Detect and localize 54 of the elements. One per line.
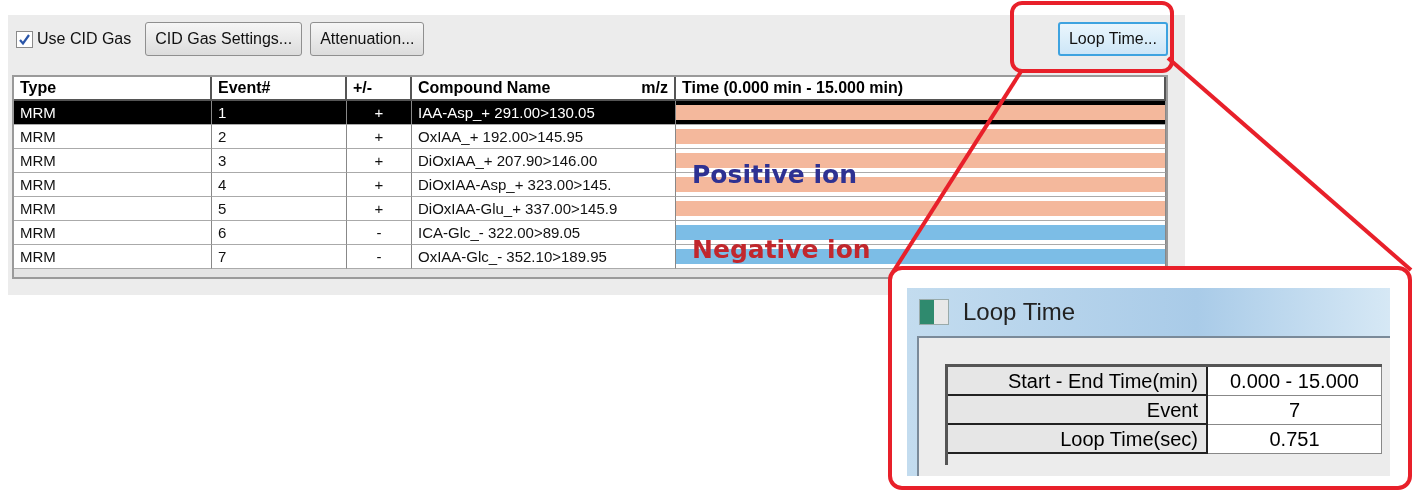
table-cell: 3: [212, 149, 347, 173]
column-header[interactable]: Compound Name m/z: [412, 77, 676, 101]
table-cell: DiOxIAA_+ 207.90>146.00: [412, 149, 676, 173]
table-cell: +: [347, 101, 412, 125]
table-cell: +: [347, 125, 412, 149]
toolbar-button[interactable]: CID Gas Settings...: [145, 22, 303, 56]
table-cell: +: [347, 197, 412, 221]
table-cell: +: [347, 173, 412, 197]
column-header[interactable]: Time (0.000 min - 15.000 min): [676, 77, 1166, 101]
row-value: 0.000 - 15.000: [1208, 367, 1382, 396]
table-cell: OxIAA-Glc_- 352.10>189.95: [412, 245, 676, 269]
table-cell: ICA-Glc_- 322.00>89.05: [412, 221, 676, 245]
row-label: Loop Time(sec): [948, 425, 1208, 454]
table-cell: MRM: [14, 173, 212, 197]
column-header[interactable]: +/-: [347, 77, 412, 101]
table-cell: 2: [212, 125, 347, 149]
header-label: Type: [20, 79, 57, 97]
table-cell: MRM: [14, 101, 212, 125]
table-cell: 4: [212, 173, 347, 197]
header-label: Event#: [218, 79, 271, 97]
column-header[interactable]: Event#: [212, 77, 347, 101]
table-cell: 7: [212, 245, 347, 269]
header-label: Time (0.000 min - 15.000 min): [682, 79, 904, 97]
checkbox-icon[interactable]: [16, 30, 33, 48]
checkbox-label: Use CID Gas: [37, 30, 132, 48]
row-label: Event: [948, 396, 1208, 425]
header-label: +/-: [353, 79, 373, 97]
dialog-title: Loop Time: [963, 298, 1076, 326]
row-value: 7: [1208, 396, 1382, 425]
use-cid-gas-checkbox[interactable]: Use CID Gas: [16, 30, 132, 48]
table-cell: DiOxIAA-Asp_+ 323.00>145.: [412, 173, 676, 197]
header-label: Compound Name: [418, 79, 551, 97]
table-cell: 6: [212, 221, 347, 245]
annotation-label: Positive ion: [692, 160, 857, 190]
table-cell: IAA-Asp_+ 291.00>130.05: [412, 101, 676, 125]
table-cell: MRM: [14, 245, 212, 269]
table-cell: MRM: [14, 197, 212, 221]
table-cell: -: [347, 245, 412, 269]
table-cell: DiOxIAA-Glu_+ 337.00>145.9: [412, 197, 676, 221]
table-cell: MRM: [14, 125, 212, 149]
header-unit: m/z: [641, 79, 668, 97]
toolbar-button[interactable]: Attenuation...: [310, 22, 425, 56]
table-cell: MRM: [14, 149, 212, 173]
row-label: Start - End Time(min): [948, 367, 1208, 396]
row-value: 0.751: [1208, 425, 1382, 454]
column-header[interactable]: Type: [14, 77, 212, 101]
table-cell: +: [347, 149, 412, 173]
table-cell: MRM: [14, 221, 212, 245]
table-cell: OxIAA_+ 192.00>145.95: [412, 125, 676, 149]
window-icon: [919, 299, 949, 325]
table-cell: 1: [212, 101, 347, 125]
table-cell: 5: [212, 197, 347, 221]
toolbar-button[interactable]: Loop Time...: [1057, 22, 1168, 56]
table-cell: -: [347, 221, 412, 245]
